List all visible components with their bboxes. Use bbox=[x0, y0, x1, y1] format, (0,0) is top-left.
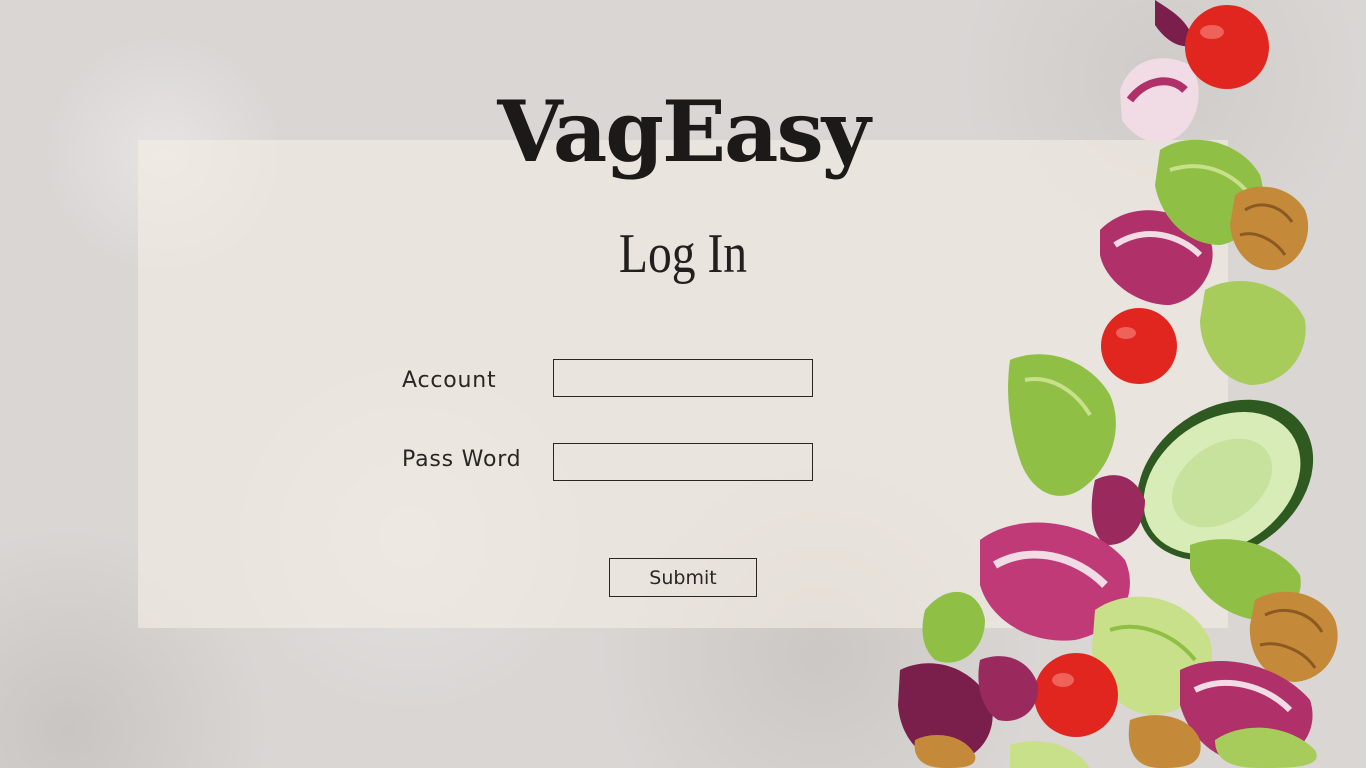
tomato bbox=[1034, 653, 1118, 737]
password-label: Pass Word bbox=[402, 447, 522, 472]
walnut bbox=[1230, 186, 1309, 271]
password-input[interactable] bbox=[553, 443, 813, 481]
submit-button[interactable]: Submit bbox=[609, 558, 757, 597]
walnut bbox=[1249, 591, 1338, 682]
vegetable-decoration bbox=[898, 0, 1338, 768]
account-label: Account bbox=[402, 368, 497, 393]
tomato bbox=[1185, 5, 1269, 89]
tomato bbox=[1101, 308, 1177, 384]
account-input[interactable] bbox=[553, 359, 813, 397]
